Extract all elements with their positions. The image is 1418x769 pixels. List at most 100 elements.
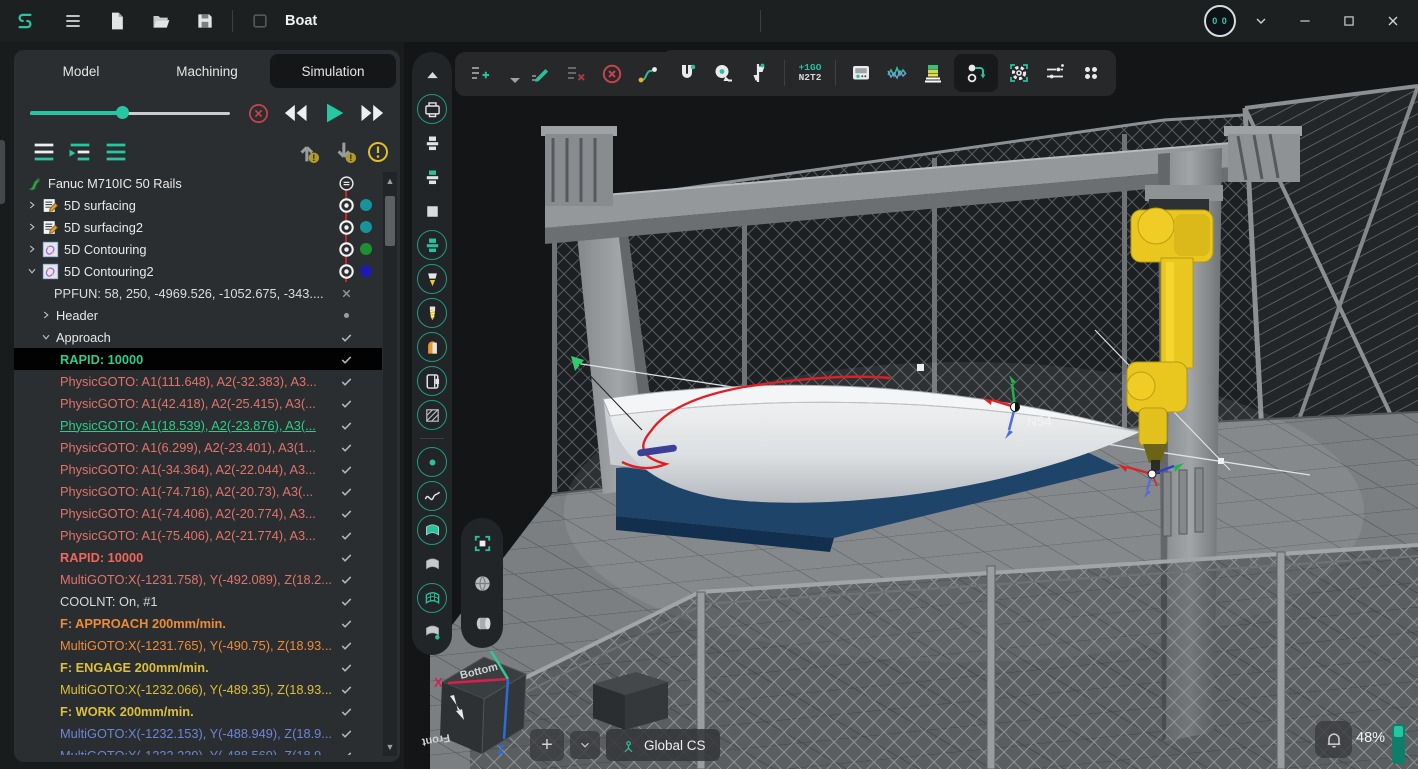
- sheet-teal-icon[interactable]: [417, 515, 447, 545]
- save-icon[interactable]: [188, 4, 222, 38]
- row-dot-mark[interactable]: [336, 304, 356, 326]
- tree-row[interactable]: PhysicGOTO: A1(111.648), A2(-32.383), A3…: [14, 370, 382, 392]
- tree-row[interactable]: Approach: [14, 326, 382, 348]
- tree-row[interactable]: 5D surfacing2: [14, 216, 382, 238]
- expander-closed-icon[interactable]: [40, 309, 56, 321]
- operation-color-dot[interactable]: [356, 243, 376, 255]
- row-check-mark[interactable]: [336, 546, 356, 568]
- speed-gauge[interactable]: [1392, 724, 1405, 764]
- chevron-up-icon[interactable]: [417, 60, 447, 90]
- fit-screen-icon[interactable]: [467, 528, 497, 558]
- rewind-button[interactable]: [282, 99, 310, 127]
- row-check-mark[interactable]: [336, 656, 356, 678]
- tree-row[interactable]: F: ENGAGE 200mm/min.: [14, 656, 382, 678]
- tree-row[interactable]: PhysicGOTO: A1(-75.406), A2(-21.774), A3…: [14, 524, 382, 546]
- gear-target-icon[interactable]: [1004, 56, 1034, 90]
- minimize-button[interactable]: [1286, 2, 1324, 40]
- tree-row[interactable]: COOLNT: On, #1: [14, 590, 382, 612]
- row-radio-mark[interactable]: [336, 216, 356, 238]
- row-check-mark[interactable]: [336, 370, 356, 392]
- workpiece-icon[interactable]: [417, 230, 447, 260]
- pendant-icon[interactable]: [846, 56, 876, 90]
- row-radio-mark[interactable]: [336, 260, 356, 282]
- row-radio-mark[interactable]: [336, 194, 356, 216]
- row-check-mark[interactable]: [336, 612, 356, 634]
- sheet-gray-icon[interactable]: [417, 549, 447, 579]
- row-check-mark[interactable]: [336, 392, 356, 414]
- project-checkbox-icon[interactable]: [243, 4, 277, 38]
- scroll-up-icon[interactable]: ▲: [383, 174, 397, 188]
- tree-row[interactable]: PhysicGOTO: A1(-74.716), A2(-20.73), A3(…: [14, 480, 382, 502]
- operation-color-dot[interactable]: [356, 221, 376, 233]
- tab-model[interactable]: Model: [18, 54, 144, 88]
- stack-white-icon[interactable]: [417, 128, 447, 158]
- hatch-icon[interactable]: [417, 400, 447, 430]
- expander-open-icon[interactable]: [26, 265, 42, 277]
- cylinder-view-icon[interactable]: [467, 608, 497, 638]
- expander-closed-icon[interactable]: [26, 221, 42, 233]
- row-minus-mark[interactable]: [336, 172, 356, 194]
- fast-forward-button[interactable]: [358, 99, 386, 127]
- row-check-mark[interactable]: [336, 678, 356, 700]
- row-check-mark[interactable]: [336, 590, 356, 612]
- operation-color-dot[interactable]: [356, 199, 376, 211]
- tree-row[interactable]: F: WORK 200mm/min.: [14, 700, 382, 722]
- add-list-icon[interactable]: [465, 57, 495, 91]
- fixture-icon[interactable]: [417, 332, 447, 362]
- main-menu-icon[interactable]: [56, 4, 90, 38]
- tree-row[interactable]: Header: [14, 304, 382, 326]
- flat-list-icon[interactable]: [30, 138, 58, 166]
- scroll-down-icon[interactable]: ▼: [383, 740, 397, 754]
- tree-row[interactable]: 5D Contouring: [14, 238, 382, 260]
- cancel-icon[interactable]: [597, 57, 627, 91]
- account-chevron-down-icon[interactable]: [1242, 2, 1280, 40]
- notifications-button[interactable]: [1315, 721, 1352, 758]
- sphere-view-icon[interactable]: [467, 568, 497, 598]
- row-check-mark[interactable]: [336, 502, 356, 524]
- tree-row[interactable]: RAPID: 10000: [14, 348, 382, 370]
- stop-reset-button[interactable]: [244, 99, 272, 127]
- play-button[interactable]: [320, 99, 348, 127]
- square-icon[interactable]: [417, 196, 447, 226]
- row-check-mark[interactable]: [336, 348, 356, 370]
- curve-icon[interactable]: [417, 481, 447, 511]
- close-button[interactable]: [1374, 2, 1412, 40]
- warnings-button[interactable]: [364, 138, 392, 166]
- tree-row[interactable]: RAPID: 10000: [14, 546, 382, 568]
- next-warning-icon[interactable]: !: [331, 138, 359, 166]
- expander-open-icon[interactable]: [40, 331, 56, 343]
- prev-warning-icon[interactable]: !: [294, 138, 322, 166]
- row-radio-mark[interactable]: [336, 238, 356, 260]
- row-check-mark[interactable]: [336, 700, 356, 722]
- expander-closed-icon[interactable]: [26, 199, 42, 211]
- tree-row[interactable]: MultiGOTO:X(-1231.758), Y(-492.089), Z(1…: [14, 568, 382, 590]
- row-check-mark[interactable]: [336, 326, 356, 348]
- cs-dropdown-button[interactable]: [570, 731, 600, 759]
- tree-row[interactable]: Fanuc M710IC 50 Rails: [14, 172, 382, 194]
- tree-row[interactable]: MultiGOTO:X(-1232.153), Y(-488.949), Z(1…: [14, 722, 382, 744]
- tab-simulation[interactable]: Simulation: [270, 54, 396, 88]
- row-x-mark[interactable]: [336, 282, 356, 304]
- tree-row[interactable]: PhysicGOTO: A1(-34.364), A2(-22.044), A3…: [14, 458, 382, 480]
- row-check-mark[interactable]: [336, 414, 356, 436]
- full-list-icon[interactable]: [102, 138, 130, 166]
- remove-list-icon[interactable]: [561, 57, 591, 91]
- maximize-button[interactable]: [1330, 2, 1368, 40]
- add-cs-button[interactable]: +: [530, 729, 564, 761]
- magnet-icon[interactable]: [672, 56, 702, 90]
- structured-list-icon[interactable]: [66, 138, 94, 166]
- tool-cone-icon[interactable]: [417, 264, 447, 294]
- node-jump-icon[interactable]: [954, 54, 998, 92]
- stack-teal-icon[interactable]: [417, 162, 447, 192]
- head-icon[interactable]: [417, 366, 447, 396]
- edit-pen-icon[interactable]: [525, 57, 555, 91]
- row-check-mark[interactable]: [336, 524, 356, 546]
- tree-row[interactable]: F: APPROACH 200mm/min.: [14, 612, 382, 634]
- viewport-3d[interactable]: N54: [404, 42, 1418, 769]
- open-folder-icon[interactable]: [144, 4, 178, 38]
- operation-color-dot[interactable]: [356, 265, 376, 277]
- tree-row[interactable]: MultiGOTO:X(-1232.066), Y(-489.35), Z(18…: [14, 678, 382, 700]
- user-avatar[interactable]: 0 0: [1204, 5, 1236, 37]
- tree-row[interactable]: MultiGOTO:X(-1231.765), Y(-490.75), Z(18…: [14, 634, 382, 656]
- tree-row[interactable]: 5D surfacing: [14, 194, 382, 216]
